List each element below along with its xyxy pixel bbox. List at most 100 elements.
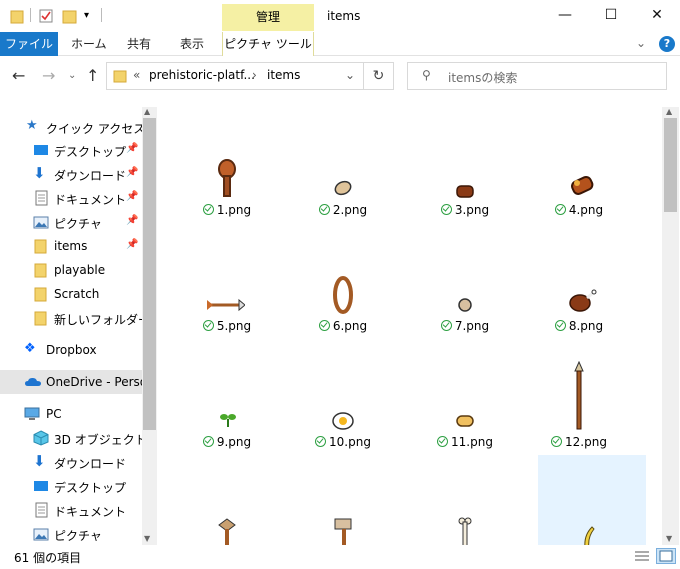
scroll-up-icon[interactable]: ▲ [144,107,150,116]
seed-icon [334,180,352,196]
minimize-button[interactable]: — [542,0,588,30]
window-title: items [327,9,361,23]
file-item[interactable]: 6.png [289,223,397,338]
item-count: 61 個の項目 [14,551,82,565]
file-item[interactable]: 1.png [173,107,281,222]
back-button[interactable]: ← [12,66,25,85]
download-icon: ⬇ [33,164,46,182]
file-item[interactable] [411,455,519,545]
sync-check-icon [440,320,452,331]
nav-item-pictures[interactable]: ピクチャ 📌 [0,210,142,234]
details-view-icon[interactable] [634,549,650,566]
scroll-down-icon[interactable]: ▼ [144,534,150,543]
file-item[interactable]: 12.png [525,339,633,454]
file-item[interactable]: 9.png [173,339,281,454]
star-icon: ★ [26,118,38,133]
nav-item-documents[interactable]: ドキュメント 📌 [0,186,142,210]
dropbox-icon: ❖ [24,341,36,356]
pin-icon[interactable]: 📌 [126,143,138,154]
file-item[interactable]: 7.png [411,223,519,338]
file-item[interactable]: 5.png [173,223,281,338]
nav-item-3d-objects[interactable]: 3D オブジェクト [0,426,147,450]
file-list-scrollbar-thumb[interactable] [664,118,677,212]
recent-locations-icon[interactable]: ⌄ [68,70,76,81]
address-dropdown-icon[interactable]: ⌄ [345,68,355,82]
navigation-pane: ★ クイック アクセス デスクトップ 📌 ⬇ ダウンロード 📌 ドキュメント 📌… [0,107,157,545]
search-placeholder: itemsの検索 [448,71,518,85]
search-icon: ⚲ [422,68,431,82]
nav-item-downloads[interactable]: ⬇ ダウンロード 📌 [0,162,142,186]
nav-item-pc-desktop[interactable]: デスクトップ [0,474,142,498]
nav-item-scratch[interactable]: Scratch [0,282,142,306]
ribbon-tabs: ファイル ホーム 共有 表示 ピクチャ ツール ⌄ ? [0,32,680,56]
file-name: 1.png [216,203,252,217]
file-item[interactable] [173,455,281,545]
file-item[interactable]: 3.png [411,107,519,222]
tab-view[interactable]: 表示 [180,32,204,56]
close-button[interactable]: ✕ [634,0,680,30]
tab-share[interactable]: 共有 [127,32,151,56]
file-item[interactable]: 4.png [525,107,633,222]
file-name: 11.png [451,435,493,449]
download-icon: ⬇ [33,452,46,470]
customize-quick-access-icon[interactable]: ▾ [84,8,94,24]
folder-icon [10,8,24,24]
tab-picture-tools[interactable]: ピクチャ ツール [222,32,314,56]
breadcrumb-separator-icon[interactable]: › [252,68,257,82]
desktop-icon [33,142,49,158]
file-item[interactable]: 8.png [525,223,633,338]
tab-home[interactable]: ホーム [71,32,107,56]
nav-onedrive[interactable]: OneDrive - Person [0,370,155,394]
breadcrumb-item[interactable]: prehistoric-platf... [149,68,255,82]
tab-manage[interactable]: 管理 [222,4,314,31]
forward-button[interactable]: → [42,66,55,85]
tab-file[interactable]: ファイル [0,32,58,56]
nav-dropbox[interactable]: ❖ Dropbox [0,338,142,362]
file-name: 8.png [568,319,604,333]
nav-item-playable[interactable]: playable [0,258,142,282]
pin-icon[interactable]: 📌 [126,215,138,226]
file-item-selected[interactable] [538,455,646,545]
expand-ribbon-icon[interactable]: ⌄ [636,36,646,50]
properties-icon[interactable] [38,8,54,24]
nav-item-pc-documents[interactable]: ドキュメント [0,498,142,522]
nav-item-pc-pictures[interactable]: ピクチャ [0,522,142,545]
file-name: 3.png [454,203,490,217]
breadcrumb-item[interactable]: items [267,68,300,82]
maximize-button[interactable]: ☐ [588,0,634,30]
scroll-down-icon[interactable]: ▼ [666,534,672,543]
computer-icon [24,406,40,422]
pin-icon[interactable]: 📌 [126,239,138,250]
file-list: 1.png 2.png 3.png 4.png 5.png 6.png 7.pn… [157,107,662,545]
folder-icon [33,238,49,254]
search-input[interactable]: ⚲ itemsの検索 [407,62,667,90]
pin-icon[interactable]: 📌 [126,191,138,202]
address-bar[interactable]: « prehistoric-platf... › items ⌄ [106,62,364,90]
banana-icon [584,526,595,545]
egg-icon [332,412,354,430]
pin-icon[interactable]: 📌 [126,167,138,178]
nav-item-pc-downloads[interactable]: ⬇ ダウンロード [0,450,142,474]
up-button[interactable]: ↑ [86,66,99,85]
new-folder-icon[interactable] [62,8,78,24]
file-item[interactable] [289,455,397,545]
file-item[interactable]: 10.png [289,339,397,454]
folder-icon [33,262,49,278]
help-icon[interactable]: ? [659,36,675,52]
sync-check-icon [551,436,563,447]
file-item[interactable]: 2.png [289,107,397,222]
nav-pc[interactable]: PC [0,402,142,426]
hammer-icon [334,518,352,545]
scroll-up-icon[interactable]: ▲ [666,107,672,116]
nav-item-desktop[interactable]: デスクトップ 📌 [0,138,142,162]
nav-item-new-folder-2[interactable]: 新しいフォルダー2 [0,306,157,330]
navigation-scrollbar-thumb[interactable] [143,118,156,430]
nav-item-items[interactable]: items 📌 [0,234,142,258]
file-item[interactable]: 11.png [411,339,519,454]
nav-quick-access[interactable]: ★ クイック アクセス [0,115,145,139]
refresh-button[interactable]: ↻ [364,62,394,90]
log-icon [571,175,594,195]
breadcrumb-overflow[interactable]: « [133,68,140,82]
meat-chunk-icon [456,185,474,198]
large-icons-view-icon[interactable] [656,548,676,564]
